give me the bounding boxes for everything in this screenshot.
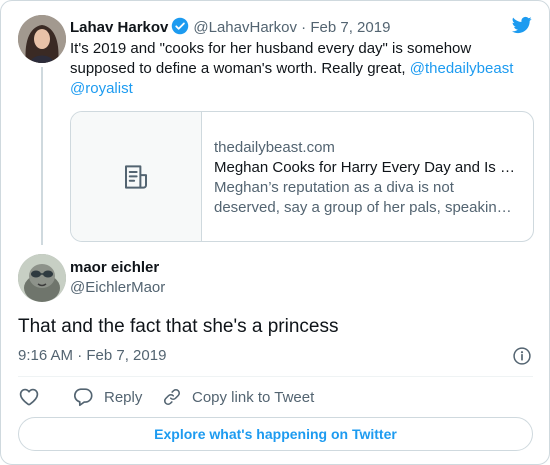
mention-royalist[interactable]: @royalist <box>70 80 133 97</box>
reply-button[interactable]: Reply <box>72 385 142 409</box>
reply-label: Reply <box>104 388 143 406</box>
link-domain: thedailybeast.com <box>214 139 335 156</box>
parent-tweet-header: Lahav Harkov @LahavHarkov · Feb 7, 2019 <box>70 17 390 38</box>
twitter-bird-icon[interactable] <box>510 15 534 35</box>
verified-badge-icon <box>172 17 189 35</box>
mention-thedailybeast[interactable]: @thedailybeast <box>410 60 514 77</box>
heart-icon <box>19 388 39 406</box>
link-icon <box>164 389 180 405</box>
parent-author-name[interactable]: Lahav Harkov <box>70 19 168 36</box>
link-thumbnail <box>71 112 202 241</box>
copy-link-label: Copy link to Tweet <box>192 388 315 406</box>
link-preview-card[interactable]: thedailybeast.com Meghan Cooks for Harry… <box>70 111 534 242</box>
link-description: Meghan’s reputation as a diva is not des… <box>214 179 506 216</box>
explore-button[interactable]: Explore what's happening on Twitter <box>18 417 533 451</box>
reply-tweet-text: That and the fact that she's a princess <box>18 316 339 337</box>
link-title: Meghan Cooks for Harry Every Day and Is … <box>214 159 520 176</box>
article-icon <box>125 164 147 189</box>
info-icon[interactable] <box>512 346 532 366</box>
reply-bubble-icon <box>74 388 93 407</box>
parent-author-avatar[interactable] <box>18 15 66 63</box>
link-card-body: thedailybeast.com Meghan Cooks for Harry… <box>214 138 520 218</box>
reply-author-avatar[interactable] <box>18 254 66 302</box>
reply-timestamp[interactable]: 9:16 AM · Feb 7, 2019 <box>18 346 166 366</box>
reply-author-handle[interactable]: @EichlerMaor <box>70 278 165 298</box>
thread-connector <box>41 67 43 245</box>
copy-link-button[interactable]: Copy link to Tweet <box>162 385 314 409</box>
like-button[interactable] <box>18 385 40 409</box>
parent-author-handle[interactable]: @LahavHarkov <box>193 19 297 36</box>
parent-tweet-date[interactable]: Feb 7, 2019 <box>310 19 390 36</box>
parent-tweet-text: It's 2019 and "cooks for her husband eve… <box>70 39 530 99</box>
embedded-tweet-card: Lahav Harkov @LahavHarkov · Feb 7, 2019 I… <box>0 0 550 465</box>
meta-separator: · <box>301 19 307 36</box>
reply-author-name[interactable]: maor eichler <box>70 258 159 278</box>
divider <box>18 376 533 377</box>
